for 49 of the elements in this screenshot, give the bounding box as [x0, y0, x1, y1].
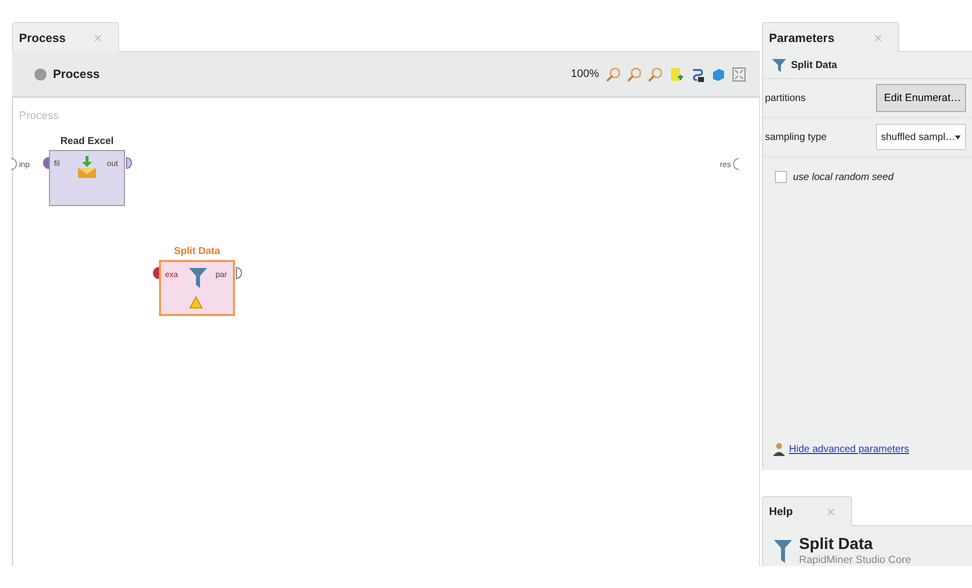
- route-icon[interactable]: [690, 66, 704, 82]
- port-label: fil: [54, 159, 60, 168]
- magnifier-icon[interactable]: [606, 66, 620, 82]
- operator-node[interactable]: exa par: [159, 260, 235, 316]
- tab[interactable]: Help: [762, 496, 852, 526]
- port-icon[interactable]: [11, 158, 17, 170]
- funnel-icon: [188, 266, 208, 290]
- output-port[interactable]: [126, 157, 132, 169]
- operator-node[interactable]: fil out: [49, 150, 125, 206]
- cube-icon[interactable]: [711, 66, 725, 82]
- close-icon[interactable]: [94, 34, 102, 42]
- funnel-icon: [771, 57, 787, 73]
- port-label: out: [106, 159, 118, 168]
- port-label: inp: [19, 160, 30, 168]
- tab[interactable]: Process: [12, 22, 119, 52]
- close-icon[interactable]: [874, 34, 882, 42]
- download-tray-icon: [77, 155, 97, 179]
- magnifier-icon[interactable]: [627, 66, 641, 82]
- note-icon[interactable]: [669, 66, 683, 82]
- port-label: par: [215, 270, 227, 279]
- operator-name: Read Excel: [60, 136, 114, 147]
- checkbox[interactable]: [775, 171, 787, 183]
- port-icon[interactable]: [733, 158, 739, 170]
- close-icon[interactable]: [826, 508, 835, 516]
- input-port[interactable]: [153, 267, 159, 279]
- circle-icon: [34, 68, 47, 80]
- port-label: res: [720, 160, 731, 168]
- parameter-label: sampling type: [765, 132, 827, 142]
- parameter-label: partitions: [765, 92, 806, 104]
- toolbar-title: Process: [53, 67, 101, 81]
- person-icon: [773, 442, 785, 456]
- output-port[interactable]: [236, 267, 242, 279]
- input-port[interactable]: [43, 157, 49, 169]
- tab[interactable]: Parameters: [762, 22, 900, 52]
- fit-icon[interactable]: [732, 66, 746, 82]
- port-label: exa: [165, 270, 178, 279]
- process-canvas[interactable]: Process inp res Read Excel fil out Split Data exa par: [12, 98, 760, 566]
- checkbox-label: use local random seed: [793, 172, 894, 182]
- help-subtitle: RapidMiner Studio Core: [799, 554, 912, 566]
- link[interactable]: Hide advanced parameters: [789, 444, 910, 454]
- magnifier-icon[interactable]: [648, 66, 662, 82]
- caret-icon: [955, 134, 961, 140]
- breadcrumb: Process: [19, 110, 59, 122]
- operator-title: Split Data: [791, 60, 838, 70]
- operator-name: Split Data: [174, 246, 220, 257]
- zoom-level: 100%: [570, 68, 599, 80]
- dropdown[interactable]: shuffled sampl…: [876, 124, 966, 150]
- edit-button[interactable]: Edit Enumerat…: [876, 84, 966, 112]
- help-title: Split Data: [799, 536, 874, 554]
